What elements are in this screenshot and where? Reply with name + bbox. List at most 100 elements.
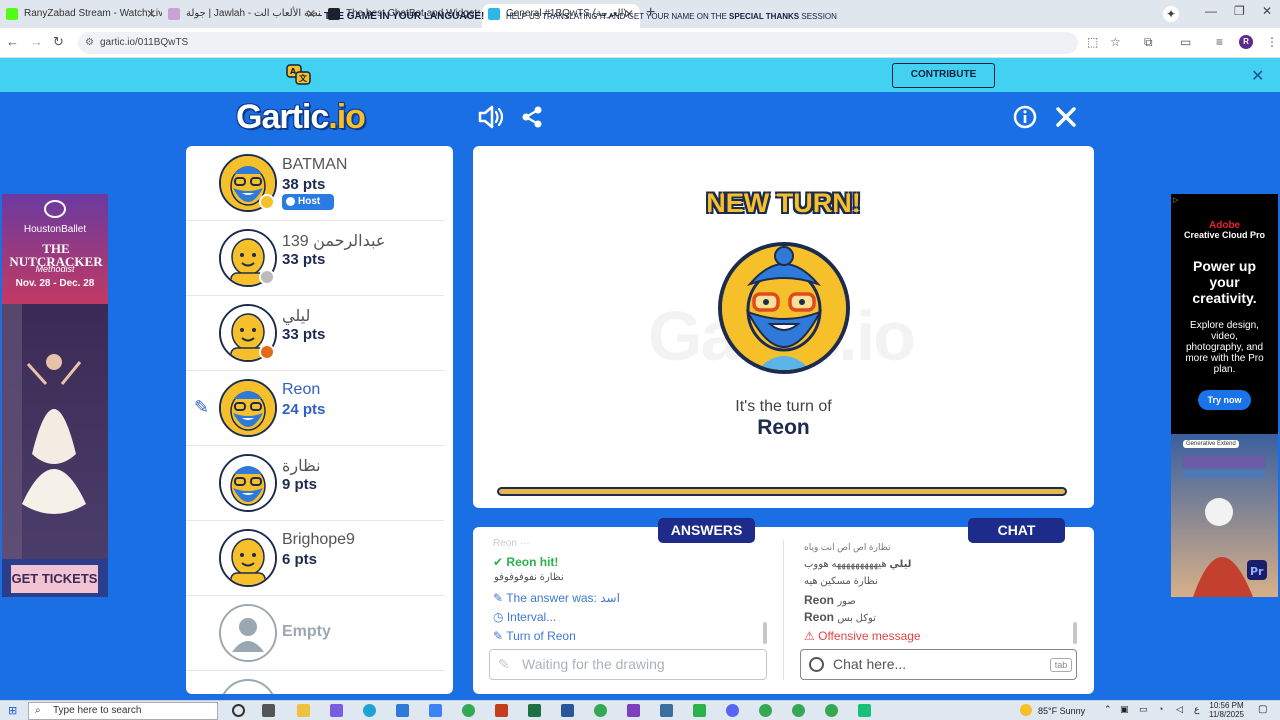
battery-icon[interactable]: ▭ bbox=[1139, 704, 1148, 715]
chat-scrollbar[interactable] bbox=[1073, 622, 1077, 644]
ad-left[interactable]: HoustonBallet THE NUTCRACKER Methodist N… bbox=[2, 194, 108, 597]
url-text: gartic.io/011BQwTS bbox=[100, 37, 189, 48]
notifications-icon[interactable]: ▢ bbox=[1258, 704, 1267, 715]
contribute-button[interactable]: CONTRIBUTE bbox=[892, 63, 995, 88]
chrome-profile-icon[interactable] bbox=[594, 704, 607, 717]
gartic-logo[interactable]: Gartic.io bbox=[236, 98, 366, 137]
chrome-icon-3[interactable] bbox=[792, 704, 805, 717]
chat-input[interactable]: Chat here... bbox=[800, 649, 1077, 680]
task-view-icon[interactable] bbox=[262, 704, 275, 717]
ad-ballet-image bbox=[2, 304, 108, 559]
chat-message: Reon صور bbox=[804, 593, 856, 607]
player-row[interactable]: Brighope9 6 pts bbox=[186, 521, 444, 596]
python-icon[interactable] bbox=[660, 704, 673, 717]
ad-dates: Nov. 28 - Dec. 28 bbox=[15, 278, 95, 289]
file-explorer-icon[interactable] bbox=[297, 704, 310, 717]
tab-title: RanyZabad Stream - Watch Liv bbox=[24, 8, 162, 19]
url-field[interactable]: ⚙ gartic.io/011BQwTS bbox=[78, 32, 1078, 54]
get-tickets-button[interactable]: GET TICKETS bbox=[11, 565, 98, 593]
extensions-icon[interactable]: ⧉ bbox=[1144, 35, 1153, 50]
turn-timer-bar bbox=[497, 487, 1067, 496]
svg-text:文: 文 bbox=[299, 73, 308, 83]
back-icon[interactable]: ← bbox=[6, 34, 19, 49]
message-text: Reon hit! bbox=[506, 555, 559, 569]
exit-icon[interactable] bbox=[1055, 106, 1077, 128]
profile-avatar[interactable]: R bbox=[1239, 35, 1253, 49]
taskbar-search[interactable]: ⌕ Type here to search bbox=[28, 702, 218, 720]
tab-search-icon[interactable]: ✦ bbox=[1163, 6, 1179, 22]
tray-clock[interactable]: 10:56 PM 11/8/2025 bbox=[1209, 701, 1244, 719]
cortana-icon[interactable] bbox=[232, 704, 245, 717]
tab-title: جولة | Jawlah - منصة الألعاب الت bbox=[186, 8, 322, 19]
wifi-icon[interactable]: ◔ bbox=[1158, 704, 1163, 714]
player-row[interactable]: نظارة 9 pts bbox=[186, 446, 444, 521]
word-icon[interactable] bbox=[561, 704, 574, 717]
site-info-icon[interactable]: ⚙ bbox=[85, 32, 94, 54]
edge-icon[interactable] bbox=[363, 704, 376, 717]
drawing-canvas[interactable]: Gartic.io NEW TURN! It's the turn of Reo… bbox=[473, 146, 1094, 508]
bookmark-star-icon[interactable]: ☆ bbox=[1110, 35, 1121, 49]
chat-message: نظارة اص اص انت وياه bbox=[804, 542, 891, 553]
message-text: Turn of Reon bbox=[506, 629, 576, 643]
app-icon[interactable] bbox=[858, 704, 871, 717]
message-text: Interval... bbox=[506, 610, 557, 624]
answers-scrollbar[interactable] bbox=[763, 622, 767, 644]
share-icon[interactable] bbox=[520, 105, 544, 129]
player-row[interactable]: عبدالرحمن 139 33 pts bbox=[186, 221, 444, 296]
browser-tab[interactable]: جولة | Jawlah - منصة الألعاب الت ✕ bbox=[162, 4, 322, 28]
ad-right[interactable]: ▷ Adobe Creative Cloud Pro Power up your… bbox=[1171, 194, 1278, 597]
media-icon[interactable]: ≡ bbox=[1216, 35, 1223, 49]
mail-icon[interactable] bbox=[429, 704, 442, 717]
chat-tab[interactable]: CHAT bbox=[968, 518, 1065, 543]
language-indicator-icon[interactable]: ع bbox=[1194, 704, 1199, 715]
try-now-button[interactable]: Try now bbox=[1198, 390, 1251, 410]
player-row[interactable]: ليلي 33 pts bbox=[186, 296, 444, 371]
status-dot bbox=[259, 344, 275, 360]
store-icon[interactable] bbox=[396, 704, 409, 717]
info-icon[interactable] bbox=[1013, 105, 1037, 129]
copilot-icon[interactable] bbox=[330, 704, 343, 717]
discord-icon[interactable] bbox=[726, 704, 739, 717]
pencil-icon: ✎ bbox=[498, 656, 510, 672]
reload-icon[interactable]: ↻ bbox=[53, 34, 64, 50]
ad-editor-image: Generative Extend Pr bbox=[1171, 434, 1278, 597]
close-tab-icon[interactable]: ✕ bbox=[306, 4, 316, 24]
visual-studio-icon[interactable] bbox=[627, 704, 640, 717]
chat-bubble-icon bbox=[809, 657, 824, 672]
answer-input[interactable]: ✎ Waiting for the drawing bbox=[489, 649, 767, 680]
shield-app-icon[interactable] bbox=[693, 704, 706, 717]
weather-text[interactable]: 85°F Sunny bbox=[1038, 706, 1085, 716]
maximize-icon[interactable]: ❐ bbox=[1234, 4, 1245, 18]
player-name: نظارة bbox=[282, 458, 321, 475]
menu-icon[interactable]: ⋮ bbox=[1266, 35, 1278, 49]
chat-message: ليلي هيهههههههههه هووب bbox=[804, 559, 911, 570]
ad-choices-icon[interactable]: ▷ bbox=[1173, 196, 1178, 204]
close-banner-icon[interactable]: ✕ bbox=[1251, 66, 1264, 86]
network-icon[interactable]: ▣ bbox=[1120, 704, 1129, 715]
start-icon[interactable]: ⊞ bbox=[8, 704, 17, 717]
sound-icon[interactable] bbox=[477, 104, 505, 130]
browser-tab[interactable]: RanyZabad Stream - Watch Liv ✕ bbox=[0, 4, 162, 28]
turn-player-name: Reon bbox=[757, 416, 810, 439]
reading-mode-icon[interactable]: ▭ bbox=[1180, 35, 1191, 49]
message-user: Reon bbox=[804, 610, 834, 624]
answers-tab[interactable]: ANSWERS bbox=[658, 518, 755, 543]
minimize-icon[interactable]: — bbox=[1205, 4, 1217, 18]
powerpoint-icon[interactable] bbox=[495, 704, 508, 717]
svg-text:A: A bbox=[290, 67, 297, 76]
chrome-icon-4[interactable] bbox=[825, 704, 838, 717]
tray-chevron-icon[interactable]: ⌃ bbox=[1104, 704, 1112, 715]
player-row[interactable]: BATMAN 38 pts Host bbox=[186, 146, 444, 221]
player-row-drawing[interactable]: ✎ Reon 24 pts bbox=[186, 371, 444, 446]
chrome-icon-2[interactable] bbox=[759, 704, 772, 717]
close-window-icon[interactable]: ✕ bbox=[1262, 4, 1272, 18]
close-tab-icon[interactable]: ✕ bbox=[146, 4, 156, 24]
volume-icon[interactable]: ◁ bbox=[1176, 704, 1183, 715]
forward-icon[interactable]: → bbox=[30, 34, 43, 49]
install-icon[interactable]: ⬚ bbox=[1087, 35, 1098, 49]
empty-avatar bbox=[219, 604, 277, 662]
excel-icon[interactable] bbox=[528, 704, 541, 717]
ad-headline: Power up your creativity. bbox=[1192, 258, 1257, 306]
player-points: 24 pts bbox=[282, 401, 326, 418]
chrome-icon[interactable] bbox=[462, 704, 475, 717]
